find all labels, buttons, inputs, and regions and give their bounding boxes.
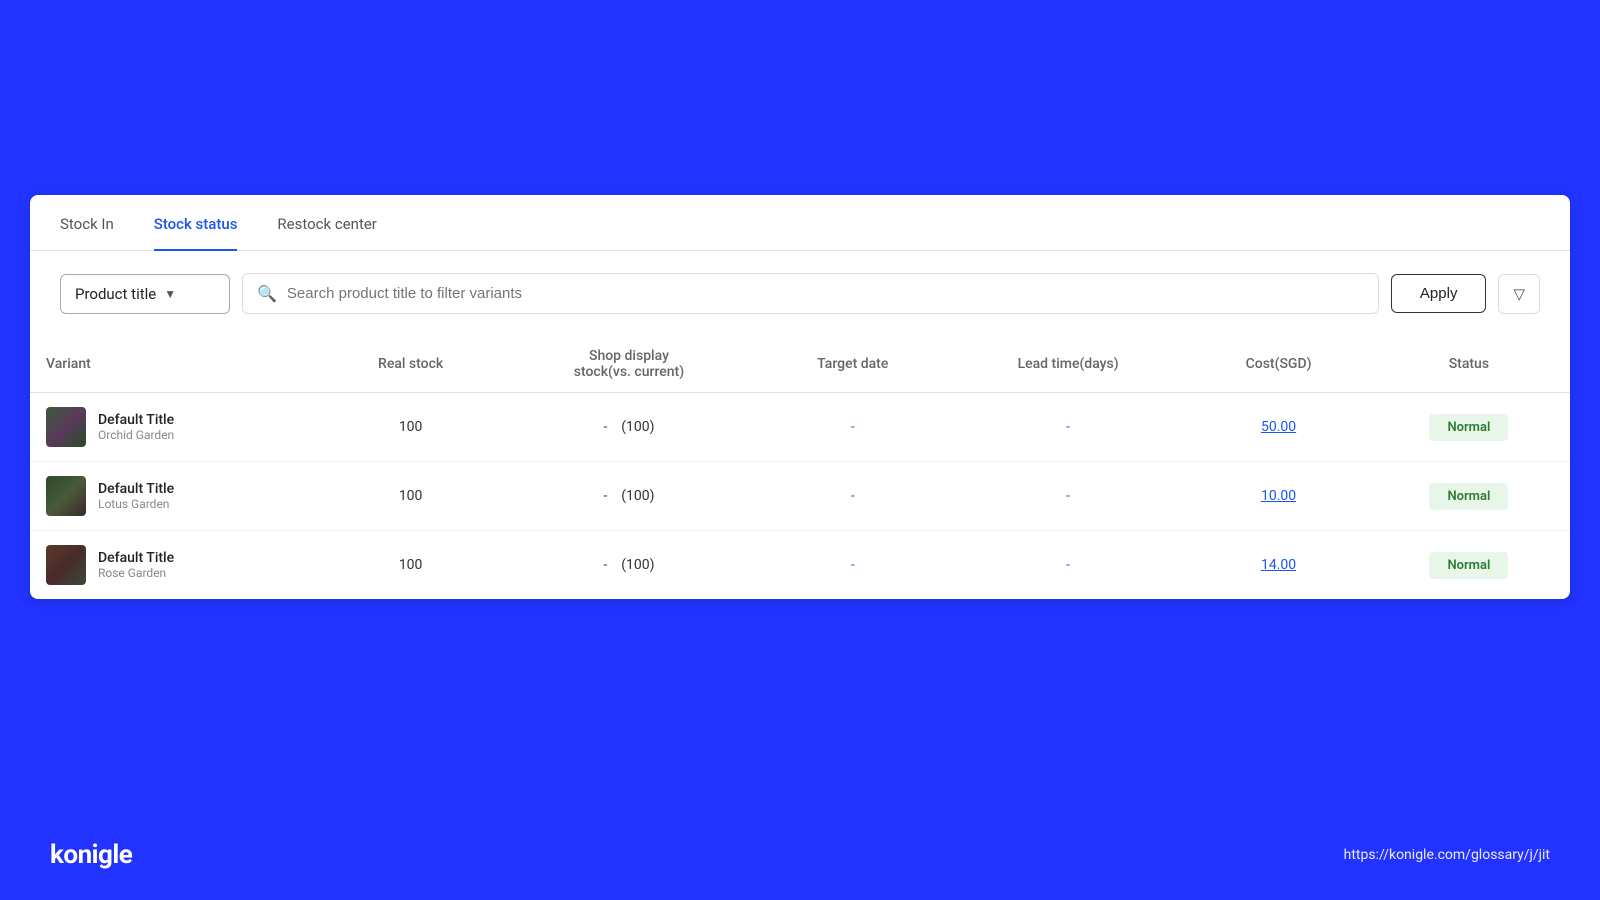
table-row: Default Title Lotus Garden 100 - (100) -… bbox=[30, 462, 1570, 531]
status-badge: Normal bbox=[1429, 414, 1508, 441]
footer-url: https://konigle.com/glossary/j/jit bbox=[1344, 847, 1550, 863]
stock-table: Variant Real stock Shop displaystock(vs.… bbox=[30, 336, 1570, 599]
tabs-container: Stock In Stock status Restock center bbox=[30, 195, 1570, 251]
variant-subtitle: Orchid Garden bbox=[98, 428, 174, 442]
chevron-down-icon: ▼ bbox=[164, 287, 176, 301]
apply-button[interactable]: Apply bbox=[1391, 274, 1487, 313]
shop-display: - (100) bbox=[499, 393, 759, 462]
status-badge: Normal bbox=[1429, 483, 1508, 510]
col-real-stock: Real stock bbox=[322, 336, 499, 393]
variant-subtitle: Lotus Garden bbox=[98, 497, 174, 511]
real-stock: 100 bbox=[322, 531, 499, 600]
search-bar: 🔍 bbox=[242, 273, 1379, 314]
shop-display: - (100) bbox=[499, 531, 759, 600]
lead-time-link[interactable]: - bbox=[1066, 488, 1070, 504]
variant-subtitle: Rose Garden bbox=[98, 566, 174, 580]
col-shop-display: Shop displaystock(vs. current) bbox=[499, 336, 759, 393]
status-badge: Normal bbox=[1429, 552, 1508, 579]
col-variant: Variant bbox=[30, 336, 322, 393]
main-card: Stock In Stock status Restock center Pro… bbox=[30, 195, 1570, 599]
table-row: Default Title Rose Garden 100 - (100) - … bbox=[30, 531, 1570, 600]
target-date-link[interactable]: - bbox=[851, 419, 855, 435]
dropdown-label: Product title bbox=[75, 285, 156, 303]
tab-stock-status[interactable]: Stock status bbox=[154, 195, 238, 251]
target-date-link[interactable]: - bbox=[851, 488, 855, 504]
search-input[interactable] bbox=[287, 285, 1364, 302]
real-stock: 100 bbox=[322, 393, 499, 462]
col-status: Status bbox=[1368, 336, 1570, 393]
filter-bar: Product title ▼ 🔍 Apply ▽ bbox=[30, 251, 1570, 336]
tab-stock-in[interactable]: Stock In bbox=[60, 195, 114, 251]
lead-time-link[interactable]: - bbox=[1066, 419, 1070, 435]
cost-link[interactable]: 50.00 bbox=[1261, 419, 1296, 435]
footer: konigle https://konigle.com/glossary/j/j… bbox=[50, 840, 1550, 870]
variant-title: Default Title bbox=[98, 481, 174, 497]
funnel-icon: ▽ bbox=[1513, 286, 1525, 303]
table-row: Default Title Orchid Garden 100 - (100) … bbox=[30, 393, 1570, 462]
variant-image bbox=[46, 476, 86, 516]
cost-link[interactable]: 14.00 bbox=[1261, 557, 1296, 573]
col-target-date: Target date bbox=[759, 336, 947, 393]
cost-link[interactable]: 10.00 bbox=[1261, 488, 1296, 504]
target-date-link[interactable]: - bbox=[851, 557, 855, 573]
col-lead-time: Lead time(days) bbox=[947, 336, 1190, 393]
tab-restock-center[interactable]: Restock center bbox=[277, 195, 376, 251]
product-title-dropdown[interactable]: Product title ▼ bbox=[60, 274, 230, 314]
variant-title: Default Title bbox=[98, 412, 174, 428]
real-stock: 100 bbox=[322, 462, 499, 531]
lead-time-link[interactable]: - bbox=[1066, 557, 1070, 573]
filter-icon-button[interactable]: ▽ bbox=[1498, 274, 1540, 314]
variant-title: Default Title bbox=[98, 550, 174, 566]
shop-display: - (100) bbox=[499, 462, 759, 531]
col-cost: Cost(SGD) bbox=[1189, 336, 1367, 393]
variant-image bbox=[46, 545, 86, 585]
search-icon: 🔍 bbox=[257, 284, 277, 303]
variant-image bbox=[46, 407, 86, 447]
logo: konigle bbox=[50, 840, 132, 870]
